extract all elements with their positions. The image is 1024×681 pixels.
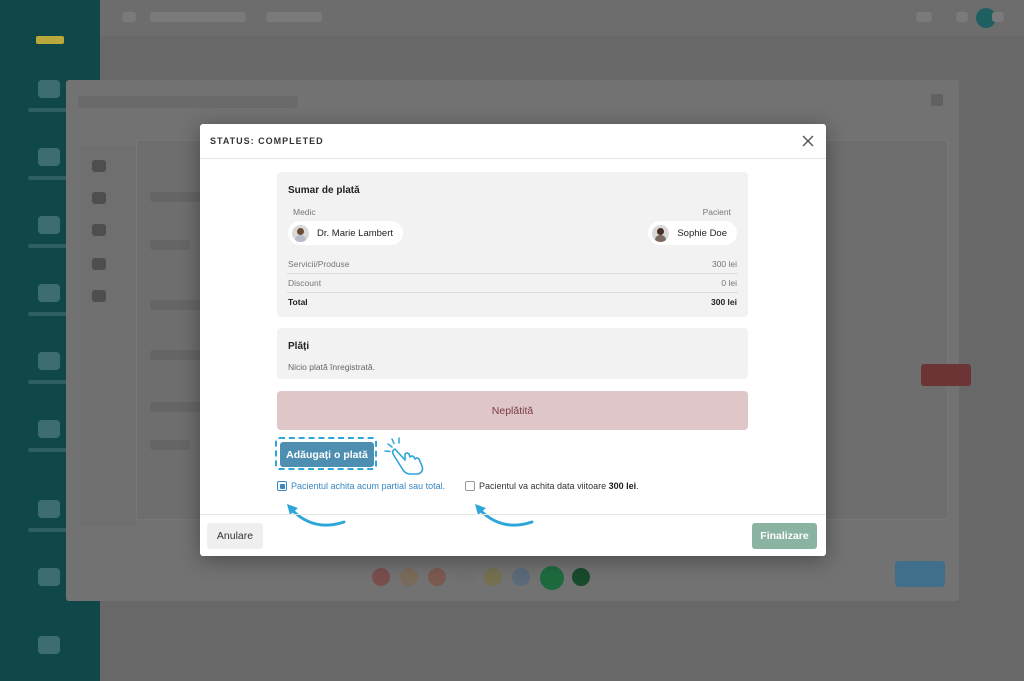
background-color-dot	[456, 568, 474, 586]
pay-now-option[interactable]: Pacientul achita acum partial sau total.	[277, 481, 445, 491]
dialog-header: STATUS: COMPLETED	[200, 124, 826, 159]
close-icon	[802, 135, 814, 147]
payment-status-badge: Neplătită	[277, 391, 748, 430]
background-logo	[36, 36, 64, 44]
discount-value: 0 lei	[721, 278, 737, 288]
background-modal-iconbar	[80, 146, 136, 526]
background-modal-icon	[92, 192, 106, 204]
background-modal-icon	[92, 258, 106, 270]
background-modal-icon	[92, 224, 106, 236]
dialog-footer: Anulare Finalizare	[200, 514, 826, 556]
cancel-button[interactable]: Anulare	[207, 523, 263, 549]
background-nav-icon	[38, 636, 60, 654]
pay-now-label: Pacientul achita acum partial sau total.	[291, 481, 446, 491]
payment-dialog: STATUS: COMPLETED Sumar de plată Medic P…	[200, 124, 826, 556]
background-modal-close	[931, 94, 943, 106]
pay-later-checkbox[interactable]	[465, 481, 475, 491]
medic-chip: Dr. Marie Lambert	[288, 221, 404, 245]
pay-now-checkbox[interactable]	[277, 481, 287, 491]
pointing-hand-icon	[384, 437, 424, 475]
background-nav-icon	[38, 568, 60, 586]
background-color-dot	[484, 568, 502, 586]
background-nav-icon	[38, 148, 60, 166]
background-nav-icon	[38, 500, 60, 518]
background-nav-icon	[38, 352, 60, 370]
services-value: 300 lei	[711, 259, 737, 269]
pay-later-label: Pacientul va achita data viitoare 300 le…	[479, 481, 639, 491]
background-toolbar-item	[266, 12, 322, 22]
services-row: Servicii/Produse 300 lei	[287, 255, 738, 274]
background-nav-icon	[38, 284, 60, 302]
pay-later-option[interactable]: Pacientul va achita data viitoare 300 le…	[465, 481, 639, 491]
background-nav-icon	[38, 216, 60, 234]
medic-avatar	[292, 224, 309, 242]
payments-card: Plăți Nicio plată înregistrată.	[277, 328, 748, 379]
patient-avatar	[652, 224, 670, 242]
background-toolbar-item	[916, 12, 932, 22]
summary-title: Sumar de plată	[288, 185, 360, 196]
total-label: Total	[288, 297, 308, 307]
discount-label: Discount	[288, 278, 322, 288]
patient-chip: Sophie Doe	[648, 221, 737, 245]
pay-later-amount: 300 lei	[608, 481, 637, 491]
background-modal-icon	[92, 160, 106, 172]
finish-button[interactable]: Finalizare	[752, 523, 817, 549]
dialog-title: STATUS: COMPLETED	[210, 136, 324, 146]
total-value: 300 lei	[711, 297, 737, 307]
discount-row: Discount 0 lei	[287, 274, 738, 293]
patient-name: Sophie Doe	[677, 227, 727, 239]
background-color-dot	[428, 568, 446, 586]
add-payment-highlight: Adăugați o plată	[275, 437, 377, 470]
background-color-dot	[400, 568, 418, 586]
pay-later-suffix: .	[636, 481, 639, 491]
medic-label: Medic	[293, 207, 316, 217]
background-modal-save	[895, 561, 945, 587]
background-modal-badge	[921, 364, 971, 386]
background-color-dot	[512, 568, 530, 586]
background-modal-icon	[92, 290, 106, 302]
pay-later-text: Pacientul va achita data viitoare	[479, 481, 609, 491]
background-nav-icon	[38, 80, 60, 98]
background-toolbar-item	[122, 12, 136, 22]
patient-label: Pacient	[702, 207, 731, 217]
background-modal-row	[150, 440, 190, 450]
background-toolbar-item	[992, 12, 1004, 22]
add-payment-button[interactable]: Adăugați o plată	[280, 442, 374, 467]
medic-name: Dr. Marie Lambert	[317, 227, 394, 239]
background-color-dot	[372, 568, 390, 586]
total-row: Total 300 lei	[287, 293, 738, 312]
background-topbar	[100, 0, 1024, 36]
close-button[interactable]	[800, 133, 816, 149]
payments-empty-text: Nicio plată înregistrată.	[288, 362, 375, 372]
payments-title: Plăți	[288, 341, 310, 352]
background-toolbar-item	[956, 12, 968, 22]
background-color-dot	[540, 566, 564, 590]
background-modal-title	[78, 96, 298, 108]
services-label: Servicii/Produse	[288, 259, 350, 269]
background-color-dot	[572, 568, 590, 586]
payment-summary-card: Sumar de plată Medic Pacient Dr. Marie L…	[277, 172, 748, 317]
background-nav-icon	[38, 420, 60, 438]
background-toolbar-item	[150, 12, 246, 22]
background-modal-row	[150, 240, 190, 250]
